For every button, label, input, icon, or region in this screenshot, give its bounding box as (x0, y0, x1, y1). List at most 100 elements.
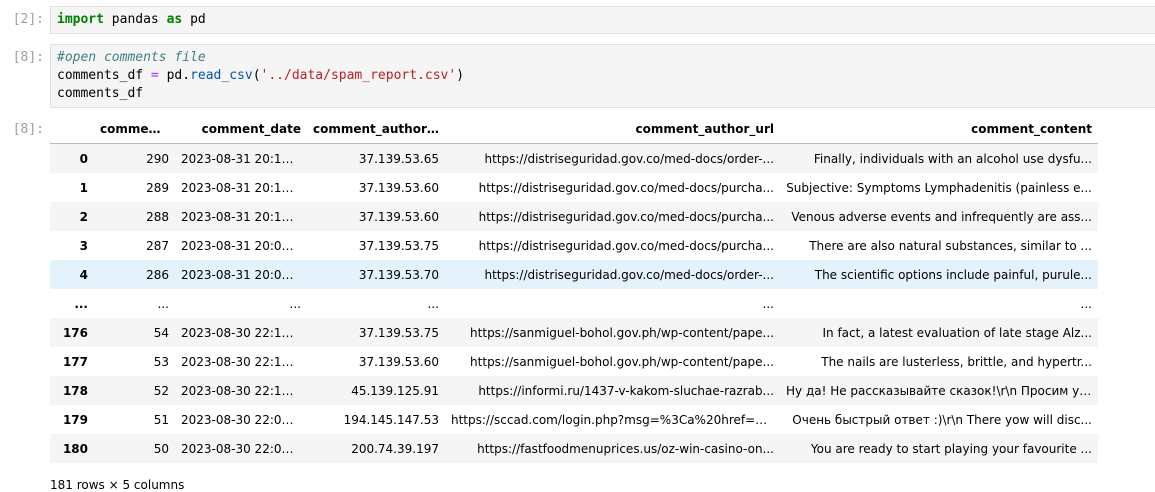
table-cell: 2023-08-31 20:13:27 (181, 180, 307, 195)
code-comment: #open comments file (57, 50, 206, 65)
row-index: 0 (79, 151, 88, 166)
table-cell: ... (157, 296, 169, 311)
column-header: comment_content (780, 114, 1098, 144)
table-header-row: comment_ID comment_date comment_author_IP c… (50, 114, 1098, 144)
row-index: 1 (79, 180, 88, 195)
table-cell: ... (289, 296, 301, 311)
code-paren: ) (456, 68, 465, 83)
table-row: .................. (50, 289, 1098, 318)
dataframe-summary: 181 rows × 5 columns (50, 478, 185, 492)
column-header: comment_date (175, 114, 307, 144)
table-cell: You are ready to start playing your favo… (810, 441, 1092, 456)
table-row: 2 288 2023-08-31 20:10:20 37.139.53.60 https… (50, 202, 1098, 231)
table-cell: 287 (146, 238, 169, 253)
table-cell: 52 (153, 383, 169, 398)
table-cell: ... (427, 296, 439, 311)
table-cell: ... (1080, 296, 1092, 311)
column-header: comment_author_url (445, 114, 780, 144)
table-body: 0 290 2023-08-31 20:15:16 37.139.53.65 https… (50, 143, 1098, 463)
cell-prompt: [2]: (12, 12, 44, 27)
keyword-import: import (57, 12, 104, 27)
code-operator: = (150, 68, 159, 83)
row-index: 4 (79, 267, 88, 282)
table-row: 179 51 2023-08-30 22:08:40 194.145.147.53 ht… (50, 405, 1098, 434)
code-string: '../data/spam_report.csv' (260, 68, 457, 83)
table-cell: https://distriseguridad.gov.co/med-docs/… (478, 180, 774, 195)
code-paren: ( (252, 68, 261, 83)
output-prompt: [8]: (12, 122, 44, 137)
table-cell: https://informi.ru/1437-v-kakom-sluchae-… (478, 383, 774, 398)
table-cell: 37.139.53.75 (358, 325, 439, 340)
table-cell: 2023-08-31 20:08:15 (181, 238, 307, 253)
row-index: 177 (62, 354, 88, 369)
table-cell: 200.74.39.197 (351, 441, 439, 456)
code-variable: comments_df (57, 68, 151, 83)
index-header (50, 114, 94, 144)
table-cell: 2023-08-31 20:15:16 (181, 151, 307, 166)
table-cell: In fact, a latest evaluation of late sta… (822, 325, 1093, 340)
table-cell: Venous adverse events and infrequently a… (791, 209, 1092, 224)
table-cell: Subjective: Symptoms Lymphadenitis (pain… (786, 180, 1092, 195)
table-cell: The scientific options include painful, … (814, 267, 1092, 282)
table-cell: Finally, individuals with an alcohol use… (813, 151, 1092, 166)
table-cell: 37.139.53.70 (358, 267, 439, 282)
table-row: 177 53 2023-08-30 22:11:42 37.139.53.60 http… (50, 347, 1098, 376)
table-cell: 45.139.125.91 (351, 383, 439, 398)
table-cell: 2023-08-30 22:11:42 (181, 354, 307, 369)
table-cell: 37.139.53.60 (358, 180, 439, 195)
code-editor[interactable]: import pandas as pd (50, 6, 1155, 34)
code-call-prefix: pd. (158, 68, 191, 83)
column-header: comment_author_IP (307, 114, 445, 144)
table-cell: 286 (146, 267, 169, 282)
table-row: 1 289 2023-08-31 20:13:27 37.139.53.60 https… (50, 173, 1098, 202)
row-index: 179 (62, 412, 88, 427)
table-row: 0 290 2023-08-31 20:15:16 37.139.53.65 https… (50, 143, 1098, 173)
table-cell: https://distriseguridad.gov.co/med-docs/… (484, 151, 774, 166)
table-cell: 2023-08-31 20:04:55 (181, 267, 307, 282)
table-cell: https://sanmiguel-bohol.gov.ph/wp-conten… (470, 354, 774, 369)
table-cell: 51 (153, 412, 169, 427)
table-row: 4 286 2023-08-31 20:04:55 37.139.53.70 https… (50, 260, 1098, 289)
table-cell: 2023-08-30 22:07:39 (181, 441, 307, 456)
table-row: 3 287 2023-08-31 20:08:15 37.139.53.75 https… (50, 231, 1098, 260)
table-cell: 194.145.147.53 (343, 412, 439, 427)
keyword-as: as (166, 12, 183, 27)
table-cell: 53 (153, 354, 169, 369)
table-row: 176 54 2023-08-30 22:12:33 37.139.53.75 http… (50, 318, 1098, 347)
code-editor[interactable]: #open comments file comments_df = pd.rea… (50, 44, 1155, 108)
table-cell: Очень быстрый ответ :)\r\n There yow wil… (792, 412, 1092, 427)
table-cell: 37.139.53.60 (358, 209, 439, 224)
table-cell: 290 (146, 151, 169, 166)
row-index: 2 (79, 209, 88, 224)
code-line-3: comments_df (57, 86, 144, 101)
table-cell: 2023-08-30 22:10:40 (181, 383, 307, 398)
table-cell: https://distriseguridad.gov.co/med-docs/… (478, 238, 774, 253)
table-cell: There are also natural substances, simil… (809, 238, 1092, 253)
row-index: ... (74, 296, 88, 311)
table-row: 180 50 2023-08-30 22:07:39 200.74.39.197 htt… (50, 434, 1098, 463)
code-cell-2[interactable]: [8]: #open comments file comments_df = p… (0, 44, 1155, 108)
table-cell: ... (762, 296, 774, 311)
table-cell: 289 (146, 180, 169, 195)
table-cell: https://sccad.com/login.php?msg=%3Ca%20h… (451, 412, 780, 427)
table-cell: The nails are lusterless, brittle, and h… (821, 354, 1092, 369)
table-row: 178 52 2023-08-30 22:10:40 45.139.125.91 htt… (50, 376, 1098, 405)
row-index: 178 (62, 383, 88, 398)
table-cell: https://fastfoodmenuprices.us/oz-win-cas… (477, 441, 774, 456)
dataframe-table: comment_ID comment_date comment_author_IP c… (50, 114, 1098, 463)
code-cell-1[interactable]: [2]: import pandas as pd (0, 6, 1155, 34)
row-index: 180 (62, 441, 88, 456)
table-cell: https://distriseguridad.gov.co/med-docs/… (478, 209, 774, 224)
module-name: pandas (103, 12, 167, 27)
table-cell: https://distriseguridad.gov.co/med-docs/… (484, 267, 774, 282)
table-cell: 37.139.53.60 (358, 354, 439, 369)
table-cell: 50 (153, 441, 169, 456)
table-cell: 37.139.53.65 (358, 151, 439, 166)
table-cell: 54 (153, 325, 169, 340)
table-cell: 288 (146, 209, 169, 224)
column-header: comment_ID (94, 114, 175, 144)
alias-name: pd (182, 12, 206, 27)
row-index: 176 (62, 325, 88, 340)
dataframe-output: comment_ID comment_date comment_author_IP c… (50, 114, 1098, 463)
table-cell: 2023-08-30 22:08:40 (181, 412, 307, 427)
